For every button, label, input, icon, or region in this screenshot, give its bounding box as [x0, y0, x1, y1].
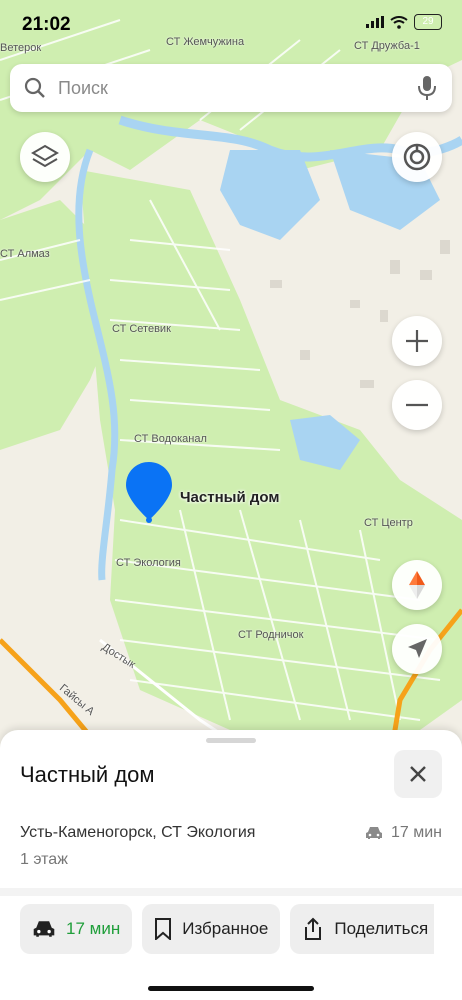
map-label: СТ Экология [116, 557, 181, 569]
battery-icon: 29 [414, 14, 442, 30]
zoom-out-button[interactable] [392, 380, 442, 430]
favorite-label: Избранное [182, 919, 269, 938]
place-floor: 1 этаж [20, 851, 68, 868]
status-icons: 29 [366, 14, 442, 30]
map-label: СТ Родничок [238, 629, 304, 641]
close-button[interactable] [394, 750, 442, 798]
microphone-icon[interactable] [416, 75, 438, 101]
place-address: Усть-Каменогорск, СТ Экология [20, 824, 256, 841]
favorite-button[interactable]: Избранное [142, 904, 281, 954]
home-indicator [148, 986, 314, 991]
route-label: 17 мин [66, 919, 121, 938]
north-arrow-icon [409, 571, 425, 599]
place-title: Частный дом [20, 762, 155, 787]
divider [0, 888, 462, 896]
pin-label: Частный дом [180, 489, 280, 506]
eta-text: 17 мин [390, 824, 442, 841]
status-time: 21:02 [22, 14, 71, 35]
my-location-button[interactable] [392, 624, 442, 674]
car-icon [33, 921, 55, 937]
share-icon [305, 917, 322, 940]
status-bar: 21:02 29 [0, 0, 462, 50]
map-label: СТ Сетевик [112, 323, 171, 335]
plus-icon [406, 330, 428, 352]
map-label: СТ Алмаз [0, 248, 50, 260]
car-icon [365, 827, 382, 839]
minus-icon [406, 403, 428, 407]
wifi-icon [390, 15, 408, 29]
map-label: СТ Водоканал [134, 433, 207, 445]
signal-icon [366, 16, 384, 28]
sheet-grabber[interactable] [206, 738, 256, 743]
search-icon [24, 77, 45, 98]
north-button[interactable] [392, 560, 442, 610]
close-icon [410, 766, 426, 782]
compass-button[interactable] [392, 132, 442, 182]
share-label: Поделиться [334, 919, 429, 938]
route-button[interactable]: 17 мин [20, 904, 133, 954]
place-card[interactable]: Частный дом Усть-Каменогорск, СТ Экологи… [0, 730, 462, 1000]
map-label: СТ Центр [364, 517, 413, 529]
layers-button[interactable] [20, 132, 70, 182]
eta-info: 17 мин [365, 824, 442, 842]
bookmark-icon [155, 918, 172, 940]
layers-icon [31, 144, 59, 168]
search-input[interactable]: Поиск [58, 78, 416, 99]
zoom-in-button[interactable] [392, 316, 442, 366]
share-button[interactable]: Поделиться [290, 904, 435, 954]
location-arrow-icon [408, 639, 427, 658]
compass-icon [403, 143, 431, 171]
action-row: 17 мин Избранное Поделиться [20, 904, 435, 954]
search-bar[interactable]: Поиск [10, 64, 452, 112]
